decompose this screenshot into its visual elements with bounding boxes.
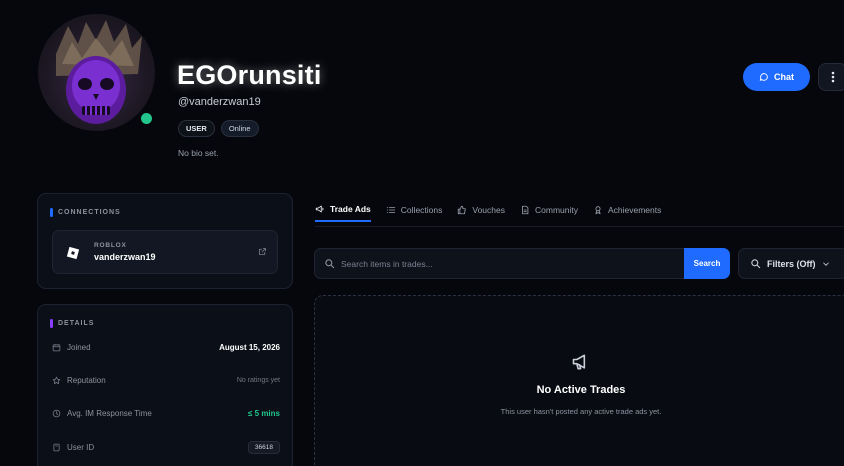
detail-label: Avg. IM Response Time (67, 408, 152, 418)
thumbs-up-icon (458, 205, 467, 215)
chat-button-label: Chat (774, 72, 794, 82)
avatar-image (38, 14, 155, 131)
search-input[interactable] (341, 256, 671, 272)
megaphone-icon (315, 205, 324, 213)
megaphone-icon (572, 354, 586, 370)
vertical-dots-icon (831, 71, 835, 83)
detail-value: August 15, 2026 (219, 342, 280, 352)
skull-avatar-icon (56, 20, 142, 124)
profile-bio: No bio set. (178, 148, 219, 158)
connections-title-text: CONNECTIONS (58, 209, 121, 216)
connection-username: vanderzwan19 (94, 252, 156, 262)
tab-label: Collections (400, 205, 443, 215)
search-icon (325, 259, 335, 269)
tab-label: Vouches (472, 205, 505, 215)
clock-icon (52, 409, 61, 417)
details-accent-bar (50, 319, 53, 328)
detail-value: ≤ 5 mins (248, 408, 280, 418)
list-icon (386, 207, 395, 213)
tab-label: Trade Ads (330, 204, 371, 214)
connections-accent-bar (50, 208, 53, 217)
detail-row-joined: Joined August 15, 2026 (52, 340, 280, 354)
tab-collections[interactable]: Collections (386, 198, 443, 222)
detail-value: No ratings yet (236, 376, 280, 384)
connection-item-roblox[interactable]: ROBLOX vanderzwan19 (52, 230, 278, 274)
tab-trade-ads[interactable]: Trade Ads (315, 198, 371, 222)
detail-label: User ID (67, 442, 95, 452)
connection-platform: ROBLOX (94, 242, 127, 249)
tab-vouches[interactable]: Vouches (457, 198, 505, 222)
trade-ads-empty-state: No Active Trades This user hasn't posted… (314, 295, 844, 466)
tab-label: Achievements (607, 205, 662, 215)
details-title: DETAILS (50, 319, 94, 328)
search-button[interactable]: Search (684, 248, 730, 279)
profile-handle: @vanderzwan19 (178, 96, 261, 108)
more-options-button[interactable] (818, 63, 844, 91)
detail-row-reputation: Reputation No ratings yet (52, 373, 280, 387)
tab-label: Community (535, 205, 578, 215)
tabs-divider (315, 226, 844, 227)
profile-username: EGOrunsiti (177, 60, 322, 90)
filters-button[interactable]: Filters (Off) (738, 248, 844, 279)
id-card-icon (53, 443, 60, 451)
connections-card: CONNECTIONS ROBLOX vanderzwan19 (37, 193, 293, 289)
award-icon (595, 206, 601, 215)
roblox-icon (63, 243, 83, 263)
empty-state-title: No Active Trades (536, 384, 626, 396)
message-bubble-icon (759, 73, 768, 81)
calendar-icon (52, 343, 61, 351)
tab-achievements[interactable]: Achievements (593, 198, 661, 222)
connections-title: CONNECTIONS (50, 208, 121, 217)
external-link-icon[interactable] (258, 247, 267, 256)
filters-label: Filters (Off) (767, 258, 816, 269)
trade-search-box: Search (314, 248, 730, 279)
detail-label: Reputation (67, 375, 106, 385)
search-filter-icon (751, 259, 761, 269)
detail-row-user-id: User ID 36618 (52, 440, 280, 454)
profile-badges: USER Online (178, 120, 259, 137)
role-badge: USER (178, 120, 215, 137)
chevron-down-icon (822, 262, 829, 266)
status-badge: Online (220, 120, 259, 137)
detail-row-response-time: Avg. IM Response Time ≤ 5 mins (52, 406, 280, 420)
chat-button[interactable]: Chat (743, 63, 810, 91)
avatar (38, 14, 155, 131)
star-icon (52, 376, 61, 384)
empty-state-subtitle: This user hasn't posted any active trade… (500, 407, 662, 416)
detail-label: Joined (67, 342, 91, 352)
detail-value: 36618 (247, 440, 280, 454)
online-indicator (138, 110, 155, 127)
tab-community[interactable]: Community (520, 198, 578, 222)
profile-tabs: Trade Ads Collections Vouches Community … (315, 198, 661, 226)
details-card: DETAILS Joined August 15, 2026 Reputatio… (37, 304, 293, 466)
document-icon (522, 205, 529, 215)
details-title-text: DETAILS (58, 320, 95, 327)
